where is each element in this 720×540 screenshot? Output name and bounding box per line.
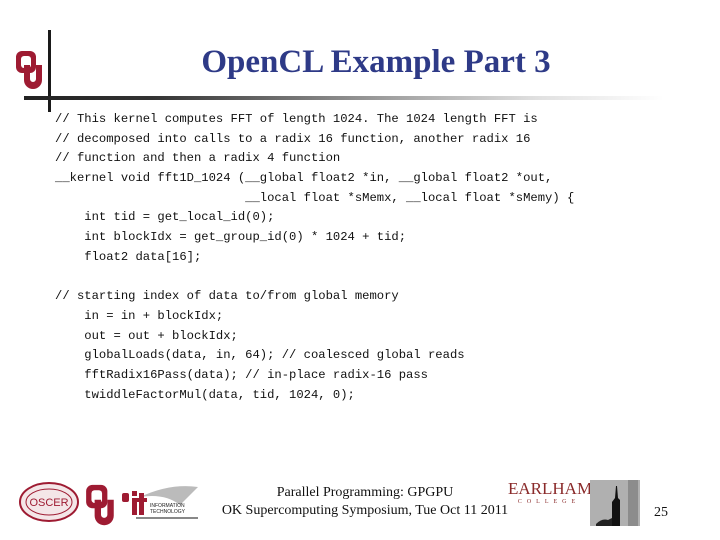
ou-footer-logo-icon xyxy=(86,484,114,526)
footer-line-2: OK Supercomputing Symposium, Tue Oct 11 … xyxy=(221,503,509,518)
code-line: // function and then a radix 4 function xyxy=(55,151,341,166)
code-line: // This kernel computes FFT of length 10… xyxy=(55,112,538,126)
code-line: __kernel void fft1D_1024 (__global float… xyxy=(55,171,553,186)
code-line: globalLoads(data, in, 64); // coalesced … xyxy=(55,348,465,363)
code-line: int blockIdx = get_group_id(0) * 1024 + … xyxy=(55,230,407,245)
header-horizontal-rule xyxy=(24,96,664,100)
earlham-logo: EARLHAM COLLEGE xyxy=(508,479,593,510)
ou-it-logo-icon: INFORMATION TECHNOLOGY xyxy=(122,486,198,519)
footer-caption: Parallel Programming: GPGPU OK Supercomp… xyxy=(215,484,515,520)
code-line: twiddleFactorMul(data, tid, 1024, 0); xyxy=(55,387,355,402)
code-line: float2 data[16]; xyxy=(55,249,202,264)
code-line: // starting index of data to/from global… xyxy=(55,289,399,304)
slide-title: OpenCL Example Part 3 xyxy=(201,44,551,80)
earlham-logo-word: EARLHAM xyxy=(508,479,593,498)
code-line: out = out + blockIdx; xyxy=(55,328,238,343)
code-line: int tid = get_local_id(0); xyxy=(55,210,275,225)
oscer-logo-icon: OSCER xyxy=(19,482,79,522)
code-line: fftRadix16Pass(data); // in-place radix-… xyxy=(55,367,428,382)
tower-silhouette-icon xyxy=(590,480,640,526)
code-line: in = in + blockIdx; xyxy=(55,308,224,323)
earlham-logo-sub: COLLEGE xyxy=(517,499,581,505)
it-label-2: TECHNOLOGY xyxy=(150,509,186,515)
code-line: // decomposed into calls to a radix 16 f… xyxy=(55,131,531,146)
footer-line-1: Parallel Programming: GPGPU xyxy=(276,485,454,500)
code-block: // This kernel computes FFT of length 10… xyxy=(55,110,574,405)
page-number: 25 xyxy=(654,505,668,520)
oscer-logo-text: OSCER xyxy=(29,497,68,509)
code-line: __local float *sMemx, __local float *sMe… xyxy=(55,190,575,205)
